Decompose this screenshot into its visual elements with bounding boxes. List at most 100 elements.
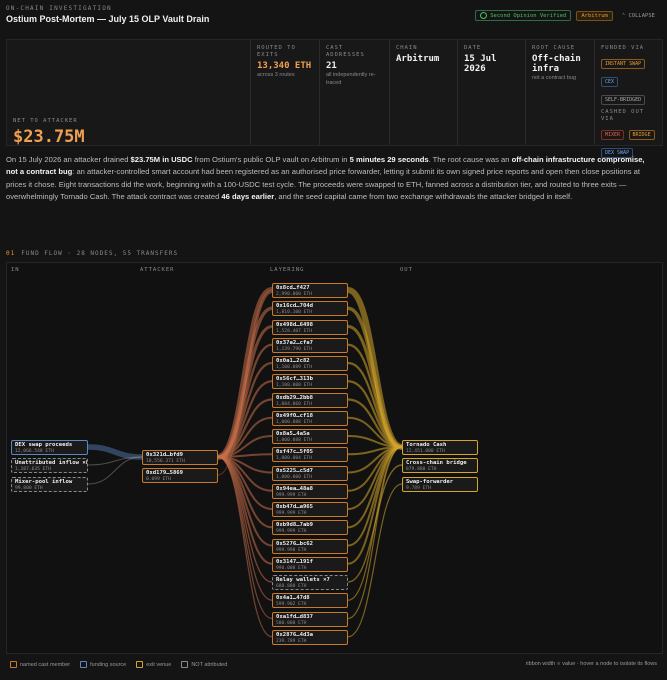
node-value: 1,084.860 ETH	[276, 401, 312, 407]
layer-node-19[interactable]: 0x2876…4d3a 239.789 ETH	[272, 629, 348, 645]
legend-label: funding source	[90, 661, 127, 668]
node-value: 2,990.000 ETH	[276, 292, 312, 297]
layer-node-8[interactable]: 0x8a5…4a5a 1,000.088 ETH	[272, 429, 348, 444]
ribbon-att-layer-16	[217, 456, 273, 583]
node-name: 0x3147…191f	[276, 558, 314, 565]
layer-node-18[interactable]: 0xa1fd…d837 500.000 ETH	[272, 611, 348, 627]
node-name: 0x5225…c5d7	[276, 467, 314, 474]
node-value: 1,000.088 ETH	[276, 438, 312, 443]
layer-node-15[interactable]: 0x3147…191f 990.000 ETH	[272, 556, 348, 572]
node-value: 999.990 ETH	[276, 547, 307, 553]
node-name: 0xa1fd…d837	[276, 613, 314, 620]
attacker-node-1[interactable]: 0xd179…5869 0.099 ETH	[142, 468, 218, 483]
layer-node-16[interactable]: Relay wallets ×7 688.880 ETH	[272, 575, 348, 590]
layer-node-0[interactable]: 0x8cd…f427 2,990.000 ETH	[272, 283, 348, 298]
page: ON-CHAIN INVESTIGATION Ostium Post-Morte…	[0, 0, 667, 680]
ribbon-in-0	[87, 444, 143, 460]
node-name: 0xd179…5869	[146, 470, 184, 476]
node-value: 1,100.000 ETH	[276, 383, 312, 389]
legend-label: named cast member	[20, 661, 71, 668]
node-name: 0xb47d…a965	[276, 504, 314, 510]
ribbon-layer-exit-15	[347, 446, 403, 565]
layer-node-4[interactable]: 0x0a1…2c82 1,100.089 ETH	[272, 356, 348, 371]
layer-node-6[interactable]: 0xdb29…2bb8 1,084.860 ETH	[272, 392, 348, 408]
node-name: Unattributed inflow ×8	[15, 460, 88, 466]
legend-label: exit venue	[146, 661, 172, 668]
node-value: 12,066.548 ETH	[15, 449, 54, 454]
input-node-1[interactable]: Unattributed inflow ×8 1,187.635 ETH	[11, 458, 88, 473]
layer-node-11[interactable]: 0x94ea…48a8 999.999 ETH	[272, 483, 348, 499]
exit-node-0[interactable]: Tornado Cash 12,451.000 ETH	[402, 440, 478, 455]
layer-node-2[interactable]: 0x498d…6498 1,528.407 ETH	[272, 319, 348, 335]
legend-item-2: exit venue	[136, 661, 171, 668]
input-node-2[interactable]: Mixer-pool inflow 99.800 ETH	[11, 477, 88, 492]
node-value: 99.800 ETH	[15, 486, 43, 491]
node-name: Swap-forwarder	[406, 479, 454, 485]
legend: named cast member funding source exit venu…	[10, 661, 227, 668]
node-name: 0x0a1…2c82	[276, 358, 310, 364]
node-name: Relay wallets ×7	[276, 577, 330, 583]
node-value: 999.999 ETH	[276, 511, 307, 516]
ribbon-att-layer-17	[217, 456, 273, 601]
legend-note: ribbon width ∝ value · hover a node to i…	[525, 661, 657, 667]
legend-swatch	[136, 661, 144, 668]
legend-item-3: NOT attributed	[181, 661, 227, 668]
attacker-node-0[interactable]: 0x321d…bfd9 10,556.371 ETH	[142, 450, 218, 465]
node-value: 688.880 ETH	[276, 584, 307, 589]
layer-node-1[interactable]: 0x16cd…704d 1,810.100 ETH	[272, 301, 348, 317]
legend-swatch	[181, 661, 189, 668]
node-value: 500.000 ETH	[276, 620, 307, 626]
layer-node-9[interactable]: 0xf47c…5f05 1,000.004 ETH	[272, 447, 348, 463]
node-value: 1,000.000 ETH	[276, 474, 312, 480]
node-value: 1,100.089 ETH	[276, 365, 312, 370]
node-name: 0xdb29…2bb8	[276, 394, 314, 401]
node-name: 0x37a2…cfa7	[276, 339, 314, 346]
exit-node-2[interactable]: Swap-forwarder 9.789 ETH	[402, 477, 478, 492]
node-value: 12,451.000 ETH	[406, 449, 445, 454]
ribbon-layer-exit-2	[347, 324, 403, 449]
node-value: 0.099 ETH	[146, 477, 171, 482]
node-value: 1,810.100 ETH	[276, 310, 312, 316]
layer-node-10[interactable]: 0x5225…c5d7 1,000.000 ETH	[272, 465, 348, 481]
node-name: 0x8a5…4a5a	[276, 431, 310, 437]
legend-item-1: funding source	[80, 661, 126, 668]
node-value: 239.789 ETH	[276, 638, 307, 644]
node-value: 9.789 ETH	[406, 486, 431, 491]
input-node-0[interactable]: DEX swap proceeds 12,066.548 ETH	[11, 440, 88, 455]
node-name: 0x321d…bfd9	[146, 452, 184, 458]
node-value: 1,000.088 ETH	[276, 419, 312, 425]
node-name: DEX swap proceeds	[15, 442, 73, 448]
exit-node-1[interactable]: Cross-chain bridge 879.880 ETH	[402, 458, 478, 473]
layer-node-14[interactable]: 0x5276…bc62 999.990 ETH	[272, 538, 348, 554]
legend-swatch	[10, 661, 17, 668]
layer-node-12[interactable]: 0xb47d…a965 999.999 ETH	[272, 502, 348, 517]
node-value: 990.000 ETH	[276, 565, 307, 571]
ribbon-att-layer-14	[217, 456, 273, 547]
layer-node-3[interactable]: 0x37a2…cfa7 1,139.790 ETH	[272, 337, 348, 353]
node-value: 599.902 ETH	[276, 602, 307, 608]
node-value: 999.999 ETH	[276, 529, 307, 535]
legend-label: NOT attributed	[191, 661, 228, 668]
node-value: 1,528.407 ETH	[276, 328, 312, 334]
node-value: 999.999 ETH	[276, 492, 307, 498]
node-name: Cross-chain bridge	[406, 460, 467, 466]
layer-node-13[interactable]: 0xb9d8…7ab9 999.999 ETH	[272, 520, 348, 536]
layer-node-17[interactable]: 0x4a1…47d8 599.902 ETH	[272, 593, 348, 609]
node-name: 0x8cd…f427	[276, 285, 310, 291]
node-name: 0x2876…4d3a	[276, 631, 314, 638]
legend-item-0: named cast member	[10, 661, 70, 668]
node-value: 1,000.004 ETH	[276, 456, 312, 462]
node-name: 0x5276…bc62	[276, 540, 314, 547]
ribbon-layer-exit-18	[347, 446, 403, 620]
node-name: 0x49f0…cf18	[276, 412, 314, 419]
layer-node-7[interactable]: 0x49f0…cf18 1,000.088 ETH	[272, 410, 348, 426]
node-value: 1,139.790 ETH	[276, 346, 312, 352]
node-name: Tornado Cash	[406, 442, 447, 448]
legend-swatch	[80, 661, 88, 668]
node-value: 879.880 ETH	[406, 467, 437, 472]
node-name: Mixer-pool inflow	[15, 479, 73, 485]
node-name: 0x498d…6498	[276, 321, 314, 328]
node-value: 1,187.635 ETH	[15, 467, 51, 472]
layer-node-5[interactable]: 0x56cf…313b 1,100.000 ETH	[272, 374, 348, 390]
node-value: 10,556.371 ETH	[146, 459, 185, 464]
